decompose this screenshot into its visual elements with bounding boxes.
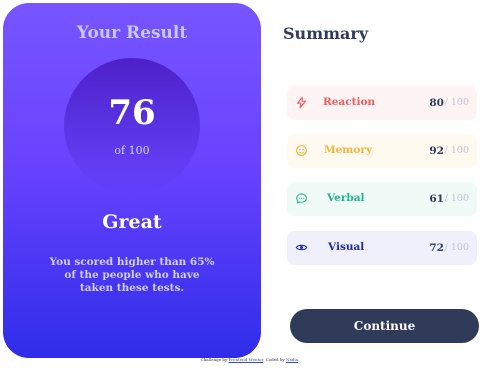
attribution-prefix: Challenge by bbox=[200, 357, 228, 362]
attribution-middle: . Coded by bbox=[263, 357, 285, 362]
grade-label: Great bbox=[102, 211, 162, 233]
summary-row-reaction: Reaction 80 / 100 bbox=[287, 86, 477, 120]
challenge-link[interactable]: Frontend Mentor bbox=[228, 357, 263, 362]
summary-title: Summary bbox=[283, 24, 369, 43]
result-description: You scored higher than 65% of the people… bbox=[49, 256, 215, 294]
lightning-icon bbox=[297, 96, 306, 109]
result-title: Your Result bbox=[76, 23, 188, 43]
summary-score: 92 bbox=[429, 145, 444, 157]
summary-score: 61 bbox=[429, 193, 444, 205]
summary-score: 72 bbox=[429, 242, 444, 254]
score-value: 76 bbox=[108, 93, 156, 133]
summary-row-memory: Memory 92 / 100 bbox=[287, 134, 477, 168]
author-link[interactable]: Nadia bbox=[286, 357, 298, 362]
summary-label: Reaction bbox=[323, 96, 376, 108]
summary-row-visual: Visual 72 / 100 bbox=[287, 231, 477, 265]
attribution-suffix: . bbox=[298, 357, 300, 362]
brain-icon bbox=[296, 145, 307, 156]
summary-label: Memory bbox=[324, 144, 373, 156]
summary-max: / 100 bbox=[444, 97, 469, 108]
score-total: of 100 bbox=[114, 144, 150, 157]
chat-icon bbox=[296, 193, 307, 204]
score-circle: 76 of 100 bbox=[64, 58, 200, 194]
summary-max: / 100 bbox=[444, 145, 469, 156]
summary-row-verbal: Verbal 61 / 100 bbox=[287, 182, 477, 216]
summary-score: 80 bbox=[429, 97, 444, 109]
continue-button[interactable]: Continue bbox=[290, 309, 479, 343]
summary-max: / 100 bbox=[444, 242, 469, 253]
eye-icon bbox=[295, 244, 308, 251]
results-page: Your Result 76 of 100 Great You scored h… bbox=[0, 0, 500, 375]
summary-max: / 100 bbox=[444, 193, 469, 204]
attribution: Challenge by Frontend Mentor. Coded by N… bbox=[0, 357, 500, 362]
result-card: Your Result 76 of 100 Great You scored h… bbox=[3, 3, 261, 358]
summary-label: Verbal bbox=[327, 192, 365, 204]
summary-label: Visual bbox=[328, 241, 365, 253]
